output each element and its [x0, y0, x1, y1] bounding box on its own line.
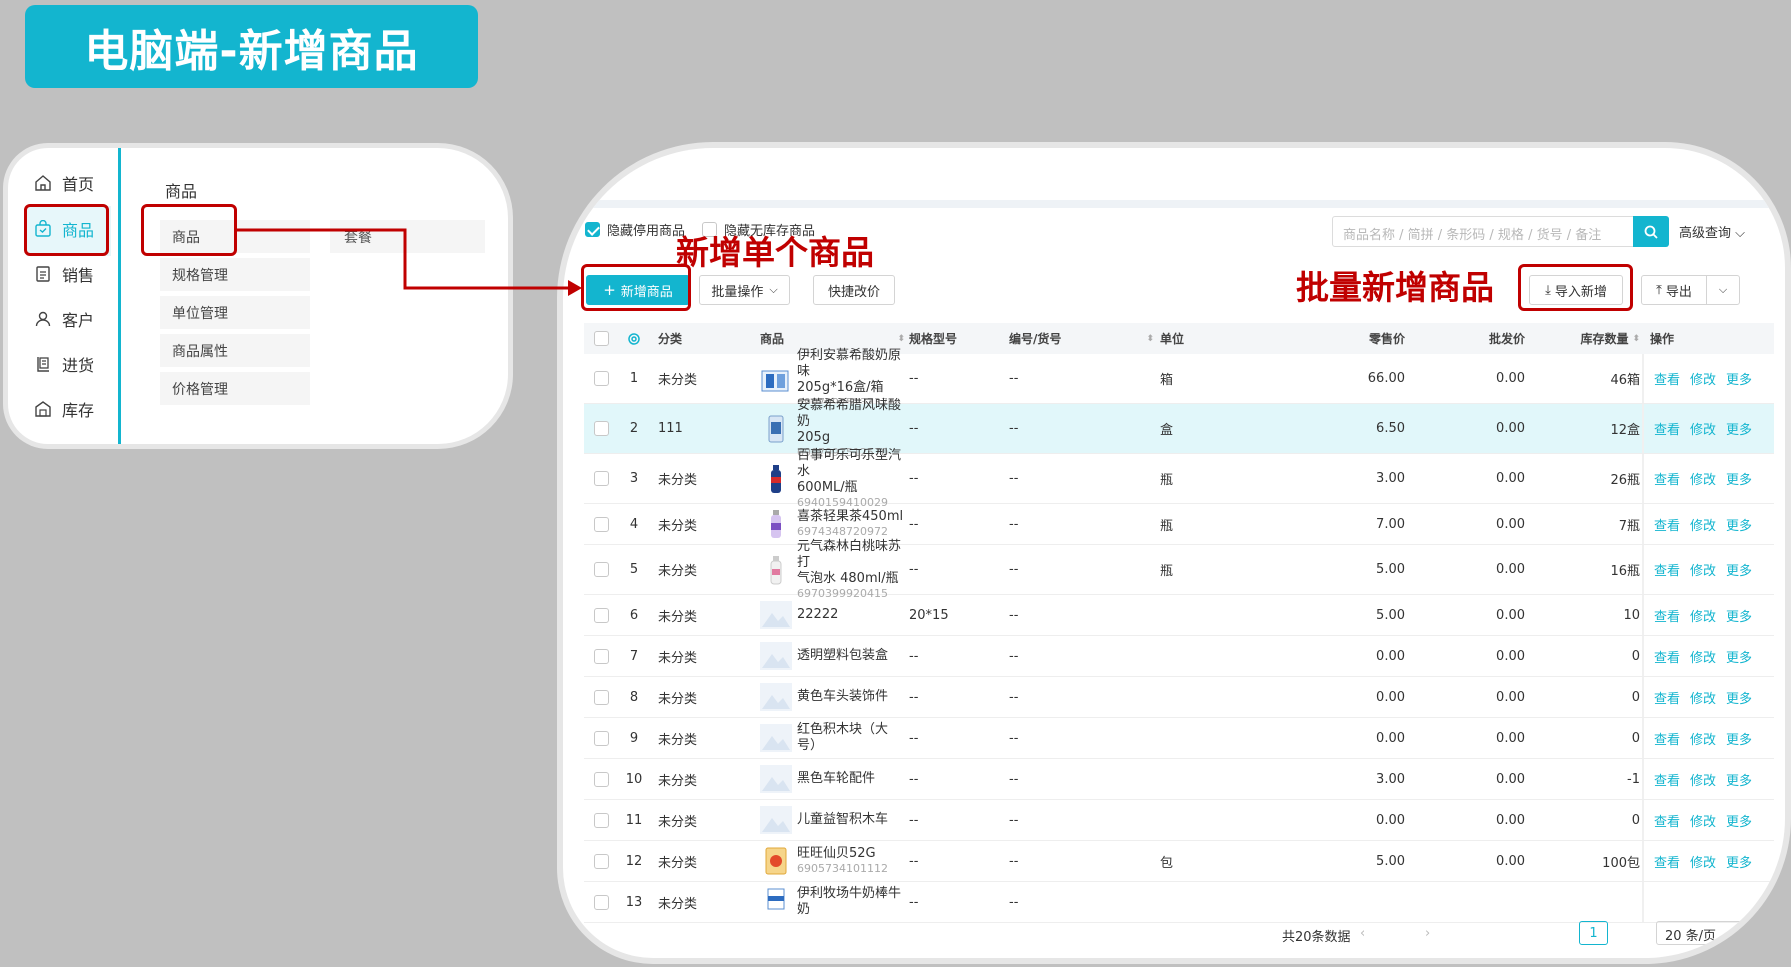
annotation-batch-add: 批量新增商品 [1296, 268, 1494, 307]
arrow-head [568, 280, 582, 296]
arrow-line [237, 228, 570, 290]
annotation-single-add: 新增单个商品 [676, 233, 874, 272]
arrow-connector [237, 228, 582, 296]
